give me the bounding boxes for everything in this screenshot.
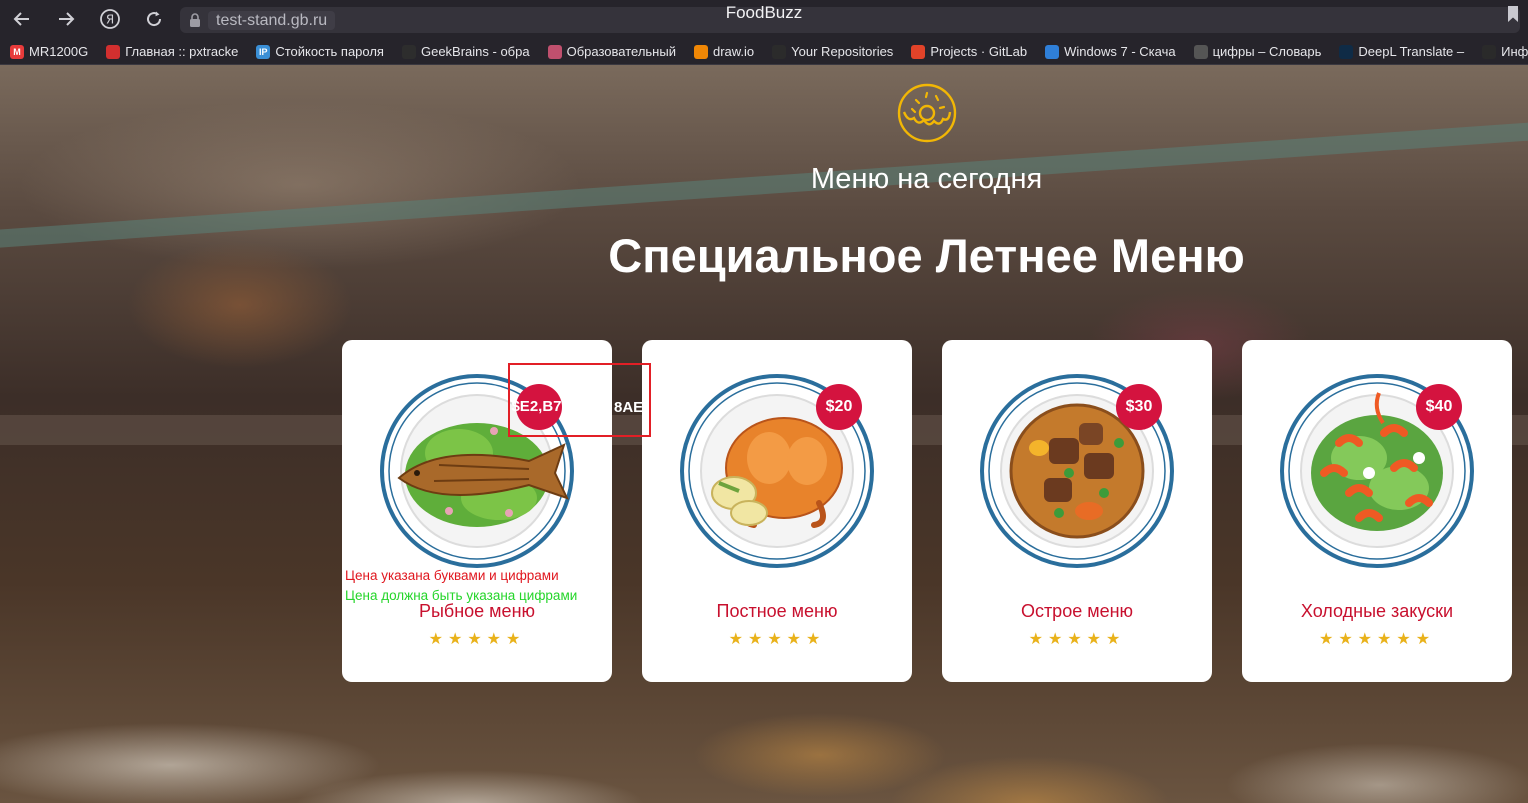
price-badge: $30 bbox=[1116, 384, 1162, 430]
browser-toolbar: Я test-stand.gb.ru FoodBuzz bbox=[0, 0, 1528, 39]
url-text: test-stand.gb.ru bbox=[208, 11, 336, 30]
menu-card[interactable]: $20 Постное меню ★★★★★ bbox=[642, 340, 912, 682]
bookmark-favicon-icon bbox=[911, 44, 926, 59]
bookmark-favicon-icon bbox=[547, 44, 562, 59]
menu-card-title[interactable]: Постное меню bbox=[642, 600, 912, 622]
bookmark-favicon-icon bbox=[106, 44, 121, 59]
rating-stars: ★★★★★ bbox=[428, 631, 526, 648]
forward-button[interactable] bbox=[52, 5, 80, 33]
arrow-left-icon bbox=[13, 12, 29, 26]
bookmark-item[interactable]: Projects · GitLab bbox=[901, 39, 1035, 64]
bookmark-page-icon[interactable] bbox=[1506, 5, 1520, 23]
rating-stars: ★★★★★ bbox=[728, 631, 826, 648]
bookmark-label: draw.io bbox=[712, 44, 755, 59]
bookmark-item[interactable]: DeepL Translate – bbox=[1329, 39, 1472, 64]
bookmark-item[interactable]: draw.io bbox=[684, 39, 762, 64]
bookmark-item[interactable]: Образовательный bbox=[538, 39, 684, 64]
bookmark-favicon-icon: IP bbox=[256, 44, 271, 59]
bookmark-item[interactable]: M MR1200G bbox=[0, 39, 96, 64]
section-title: Специальное Летнее Меню bbox=[608, 229, 1245, 282]
bookmark-favicon-icon bbox=[772, 44, 787, 59]
bookmark-item[interactable]: цифры – Словарь bbox=[1184, 39, 1330, 64]
bookmark-item[interactable]: IP Стойкость пароля bbox=[246, 39, 392, 64]
bookmark-label: Your Repositories bbox=[791, 44, 894, 59]
bookmark-favicon-icon bbox=[401, 44, 416, 59]
bookmark-label: Projects · GitLab bbox=[930, 44, 1028, 59]
lock-icon bbox=[190, 13, 200, 27]
bookmark-item[interactable]: Информация о bbox=[1472, 39, 1528, 64]
bookmark-favicon-icon bbox=[1339, 44, 1354, 59]
annotation-error-text: Цена указана буквами и цифрами bbox=[345, 568, 559, 583]
price-badge: $40 bbox=[1416, 384, 1462, 430]
rating-stars: ★★★★★★ bbox=[1318, 631, 1436, 648]
bug-highlight-box bbox=[508, 363, 651, 437]
bookmark-label: DeepL Translate – bbox=[1358, 44, 1465, 59]
bookmark-label: цифры – Словарь bbox=[1212, 44, 1322, 59]
menu-card-title[interactable]: Холодные закуски bbox=[1242, 600, 1512, 622]
bookmark-item[interactable]: Главная :: pxtracke bbox=[96, 39, 246, 64]
bookmarks-bar: M MR1200G Главная :: pxtracke IP Стойкость п… bbox=[0, 39, 1528, 65]
menu-card[interactable]: $40 Холодные закуски ★★★★★★ bbox=[1242, 340, 1512, 682]
bookmark-item[interactable]: Windows 7 - Скача bbox=[1035, 39, 1183, 64]
price-badge: $20 bbox=[816, 384, 862, 430]
bookmark-favicon-icon bbox=[1193, 44, 1208, 59]
bookmark-label: Информация о bbox=[1501, 44, 1528, 59]
bookmark-item[interactable]: GeekBrains - обра bbox=[392, 39, 538, 64]
bookmark-favicon-icon: M bbox=[10, 44, 24, 59]
bookmark-favicon-icon bbox=[1045, 44, 1060, 59]
donut-logo-icon[interactable] bbox=[896, 82, 958, 144]
bookmark-label: Главная :: pxtracke bbox=[125, 44, 239, 59]
address-bar[interactable]: test-stand.gb.ru bbox=[180, 7, 1520, 33]
section-subtitle: Меню на сегодня bbox=[810, 163, 1043, 195]
reload-icon bbox=[147, 11, 162, 27]
bookmark-item[interactable]: Your Repositories bbox=[762, 39, 901, 64]
reload-button[interactable] bbox=[140, 5, 168, 33]
annotation-expected-text: Цена должна быть указана цифрами bbox=[345, 588, 578, 603]
bookmark-label: Стойкость пароля bbox=[275, 44, 384, 59]
bookmark-favicon-icon bbox=[1482, 44, 1497, 59]
bookmark-favicon-icon bbox=[693, 44, 708, 59]
yandex-icon: Я bbox=[100, 9, 120, 29]
bookmark-label: MR1200G bbox=[29, 44, 89, 59]
bookmark-label: Windows 7 - Скача bbox=[1064, 44, 1176, 59]
menu-card-title[interactable]: Острое меню bbox=[942, 600, 1212, 622]
bookmark-label: Образовательный bbox=[566, 44, 676, 59]
menu-card[interactable]: $30 Острое меню ★★★★★ bbox=[942, 340, 1212, 682]
yandex-button[interactable]: Я bbox=[96, 5, 124, 33]
svg-text:Я: Я bbox=[106, 13, 114, 27]
rating-stars: ★★★★★ bbox=[1028, 631, 1126, 648]
arrow-right-icon bbox=[59, 12, 75, 26]
back-button[interactable] bbox=[8, 5, 36, 33]
bookmark-label: GeekBrains - обра bbox=[420, 44, 530, 59]
